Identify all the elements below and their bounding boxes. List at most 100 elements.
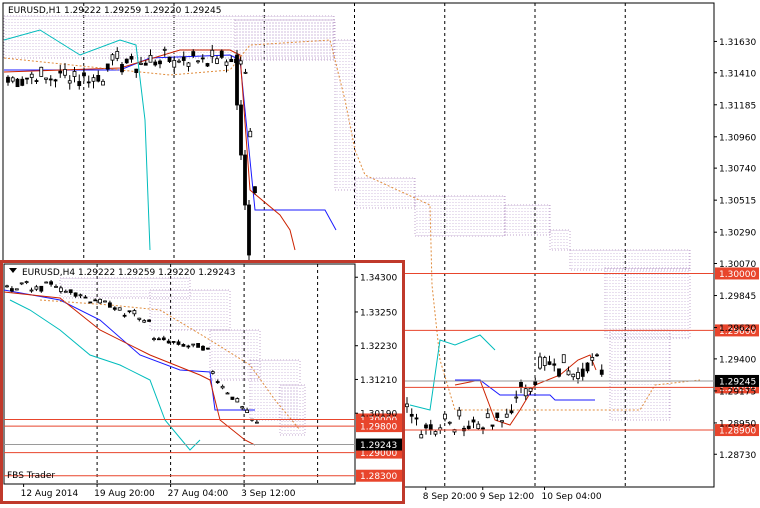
- y-tick-label: 1.32230: [360, 342, 397, 352]
- candle-body: [153, 61, 158, 66]
- candle-body: [471, 419, 476, 423]
- y-tick-label: 1.29400: [719, 355, 756, 365]
- candle-body: [101, 80, 105, 86]
- candle-body: [34, 80, 39, 82]
- candle-body: [53, 79, 58, 82]
- candle-body: [538, 356, 542, 369]
- candle-body: [176, 341, 181, 345]
- candle-body: [161, 337, 166, 341]
- candle-body: [63, 69, 67, 76]
- candle-body: [447, 421, 452, 424]
- candle-body: [466, 425, 471, 429]
- candle-body: [148, 54, 153, 63]
- candle-body: [63, 290, 68, 293]
- candle-body: [44, 77, 48, 80]
- candle-body: [73, 292, 78, 297]
- candle-body: [34, 286, 39, 290]
- candle-body: [96, 74, 101, 82]
- x-tick-label: 19 Aug 20:00: [94, 489, 155, 499]
- candle-body: [247, 204, 251, 256]
- candle-body: [547, 361, 552, 365]
- candle-body: [117, 307, 122, 311]
- candle-body: [519, 381, 523, 388]
- candle-body: [523, 388, 528, 397]
- candle-body: [77, 81, 82, 87]
- y-tick-label: 1.29620: [719, 324, 756, 334]
- candle-body: [103, 300, 107, 303]
- candle-body: [83, 296, 88, 299]
- inset-chart: 1.300001.298001.290001.283001.29243 1.34…: [0, 260, 405, 504]
- y-tick-label: 1.30290: [719, 229, 756, 239]
- candle-body: [112, 307, 117, 310]
- candle-body: [215, 381, 220, 384]
- current-price-label: 1.29243: [360, 441, 397, 451]
- candle-body: [152, 338, 156, 340]
- x-tick-label: 3 Sep 12:00: [241, 489, 296, 499]
- candle-body: [428, 424, 433, 431]
- candle-body: [110, 54, 115, 61]
- inset-symbol-header: EURUSD,H4 1.29222 1.29259 1.29220 1.2924…: [22, 268, 235, 278]
- y-tick-label: 1.31210: [360, 376, 397, 386]
- y-tick-label: 1.30070: [719, 260, 756, 270]
- y-tick-label: 1.30740: [719, 165, 756, 175]
- x-tick-label: 8 Sep 20:00: [423, 492, 478, 502]
- candle-body: [235, 398, 240, 403]
- x-tick-label: 10 Sep 04:00: [542, 492, 602, 502]
- candle-body: [590, 357, 595, 361]
- candle-body: [59, 287, 63, 292]
- candle-body: [142, 320, 147, 323]
- candle-body: [210, 49, 215, 57]
- y-tick-label: 1.31410: [719, 69, 756, 79]
- candle-body: [181, 344, 186, 347]
- candle-body: [166, 340, 171, 344]
- candle-body: [158, 60, 162, 65]
- candle-body: [186, 345, 191, 348]
- candle-body: [58, 70, 63, 74]
- candle-body: [156, 338, 161, 341]
- candle-body: [10, 77, 15, 82]
- y-tick-label: 1.34300: [360, 274, 397, 284]
- candle-body: [424, 424, 428, 429]
- candle-body: [129, 56, 134, 60]
- candle-body: [177, 60, 181, 63]
- y-tick-label: 1.31185: [719, 101, 756, 111]
- price-level-label: 1.29800: [360, 423, 397, 433]
- candle-body: [200, 57, 205, 60]
- candle-body: [405, 403, 409, 408]
- candle-body: [561, 354, 566, 364]
- candle-body: [566, 370, 571, 376]
- candle-body: [105, 63, 110, 70]
- price-level-tag: 1.29800: [356, 420, 402, 433]
- candle-body: [25, 77, 29, 80]
- x-tick-label: 9 Sep 12:00: [480, 492, 535, 502]
- candle-body: [91, 77, 96, 82]
- candle-body: [147, 319, 152, 322]
- y-tick-label: 1.31630: [719, 38, 756, 48]
- candle-body: [201, 345, 205, 351]
- candle-body: [108, 302, 112, 308]
- inset-background: [0, 260, 405, 504]
- price-level-tag: 1.28300: [356, 469, 402, 482]
- candle-body: [495, 412, 500, 418]
- candle-body: [122, 314, 127, 317]
- candle-body: [585, 362, 590, 372]
- candle-body: [167, 56, 172, 62]
- inset-watermark: FBS Trader: [7, 471, 55, 481]
- candle-body: [552, 363, 557, 366]
- candle-body: [5, 285, 9, 288]
- candle-body: [557, 368, 561, 377]
- candle-body: [419, 434, 424, 439]
- y-tick-label: 1.29845: [719, 292, 756, 302]
- candle-body: [143, 62, 148, 66]
- candle-body: [542, 357, 547, 366]
- candle-body: [409, 413, 414, 417]
- candle-body: [44, 281, 49, 284]
- price-level-label: 1.28300: [360, 472, 397, 482]
- candle-body: [39, 66, 44, 77]
- candle-body: [134, 68, 139, 73]
- candle-body: [533, 380, 538, 386]
- x-tick-label: 12 Aug 2014: [21, 489, 79, 499]
- candle-body: [115, 51, 120, 59]
- candle-body: [229, 58, 234, 63]
- candle-body: [49, 281, 53, 285]
